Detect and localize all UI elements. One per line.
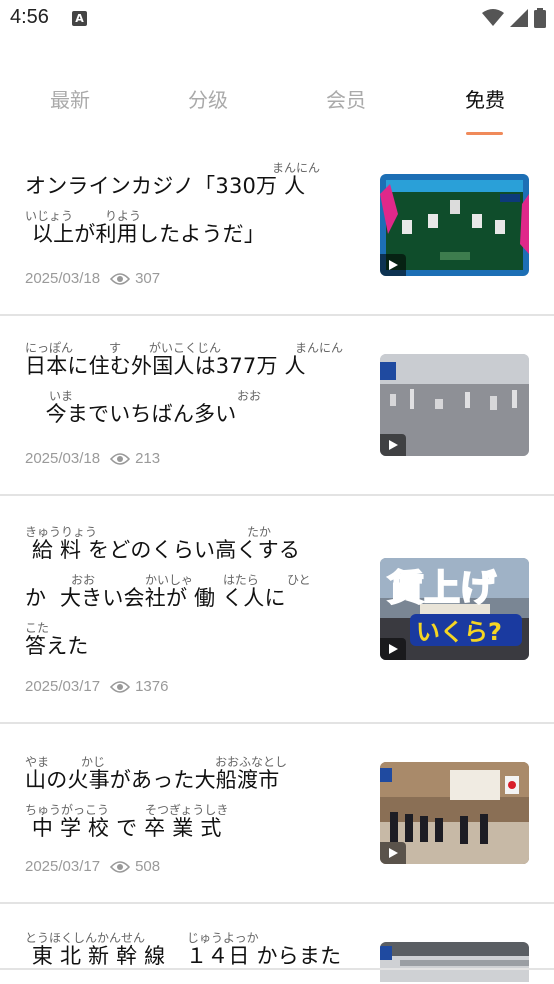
title-line: 以上が利用したようだ」 (25, 222, 266, 246)
title-line: 中 学 校 で 卒 業 式 (25, 816, 222, 840)
eye-icon (110, 680, 131, 693)
article-title: まんにん オンラインカジノ「330万 人 いじょう りよう 以上が利用したようだ… (25, 158, 360, 254)
bottom-divider (0, 968, 554, 970)
article-item[interactable]: きゅうりょう たか 給 料 をどのくらい高くする おお かいしゃ はたら ひと … (0, 496, 554, 724)
title-line: か 大きい会社が 働 く人に (25, 586, 286, 610)
status-bar: 4:56 A (0, 0, 554, 40)
article-meta: 2025/03/18 307 (25, 270, 160, 287)
tab-latest[interactable]: 最新 (30, 84, 110, 113)
article-thumbnail[interactable] (380, 942, 529, 982)
article-item[interactable]: やま かじ おおふなとし 山の火事があった大船渡市 ちゅうがっこう そつぎょうし… (0, 724, 554, 904)
article-views: 1376 (135, 678, 169, 695)
category-tabs: 最新 分级 会员 免费 (0, 72, 554, 138)
article-item[interactable]: とうほくしんかんせん じゅうよっか 東 北 新 幹 線 １４日 からまた (0, 904, 554, 984)
title-line: 東 北 新 幹 線 １４日 からまた (25, 944, 342, 968)
article-item[interactable]: まんにん オンラインカジノ「330万 人 いじょう りよう 以上が利用したようだ… (0, 152, 554, 316)
article-title: にっぽん す がいこくじん まんにん 日本に住む外国人は377万 人 いま おお… (25, 338, 360, 434)
status-time: 4:56 (10, 6, 49, 28)
ruby-text: おお (237, 389, 262, 403)
title-line: 答えた (25, 634, 89, 658)
notification-a-icon: A (72, 11, 87, 26)
title-line: 山の火事があった大船渡市 (25, 768, 280, 792)
article-views: 508 (135, 858, 161, 875)
title-line: 今までいちばん多い (25, 402, 237, 426)
tab-member[interactable]: 会员 (306, 84, 386, 113)
tab-free[interactable]: 免费 (445, 84, 525, 113)
eye-icon (110, 860, 131, 873)
thumb-text-line1: 賃上げ (387, 568, 496, 609)
play-icon (380, 434, 406, 456)
ruby-text: ひと (287, 573, 311, 587)
article-date: 2025/03/17 (25, 858, 101, 875)
title-line: 給 料 をどのくらい高くする (25, 538, 301, 562)
shinkansen-thumbnail-image (380, 942, 529, 982)
eye-icon (110, 452, 131, 465)
article-date: 2025/03/18 (25, 270, 101, 287)
battery-icon (534, 8, 546, 28)
article-views: 307 (135, 270, 161, 287)
article-thumbnail[interactable]: 賃上げ いくら? (380, 558, 529, 660)
play-icon (380, 638, 406, 660)
article-item[interactable]: にっぽん す がいこくじん まんにん 日本に住む外国人は377万 人 いま おお… (0, 316, 554, 496)
article-thumbnail[interactable] (380, 354, 529, 456)
title-line: オンラインカジノ「330万 人 (25, 174, 306, 198)
article-meta: 2025/03/17 1376 (25, 678, 168, 695)
article-title: きゅうりょう たか 給 料 をどのくらい高くする おお かいしゃ はたら ひと … (25, 522, 360, 666)
article-thumbnail[interactable] (380, 762, 529, 864)
article-date: 2025/03/18 (25, 450, 101, 467)
play-icon (380, 254, 406, 276)
article-views: 213 (135, 450, 161, 467)
article-meta: 2025/03/18 213 (25, 450, 160, 467)
eye-icon (110, 272, 131, 285)
title-line: 日本に住む外国人は377万 人 (25, 354, 306, 378)
status-icons (482, 8, 546, 28)
article-thumbnail[interactable] (380, 174, 529, 276)
thumb-text-line2: いくら? (416, 618, 502, 646)
play-icon (380, 842, 406, 864)
signal-icon (510, 9, 528, 27)
article-date: 2025/03/17 (25, 678, 101, 695)
article-title: やま かじ おおふなとし 山の火事があった大船渡市 ちゅうがっこう そつぎょうし… (25, 752, 360, 848)
article-meta: 2025/03/17 508 (25, 858, 160, 875)
active-tab-indicator (466, 132, 503, 135)
tab-graded[interactable]: 分级 (168, 84, 248, 113)
wifi-icon (482, 9, 504, 26)
